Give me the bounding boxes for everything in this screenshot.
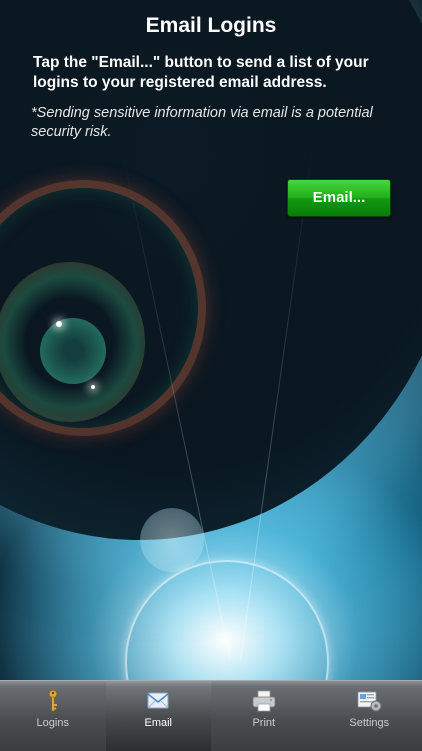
tab-label: Logins [0, 717, 106, 729]
email-button[interactable]: Email... [287, 179, 391, 217]
instructions-text: Tap the "Email..." button to send a list… [33, 53, 405, 93]
tab-bar: Logins Email Print [0, 680, 422, 751]
security-warning: *Sending sensitive information via email… [31, 104, 411, 142]
tab-settings[interactable]: Settings [317, 681, 422, 751]
tab-logins[interactable]: Logins [0, 681, 106, 751]
flare-disc-small [140, 508, 204, 572]
tab-label: Print [211, 717, 317, 729]
printer-icon [250, 689, 278, 713]
flare-disc [40, 318, 106, 384]
tab-label: Settings [317, 717, 422, 729]
envelope-icon [144, 689, 172, 713]
flare-spark [91, 385, 95, 389]
flare-sun-ring [125, 560, 329, 680]
key-icon [39, 689, 67, 713]
tab-print[interactable]: Print [211, 681, 317, 751]
settings-icon [355, 689, 383, 713]
tab-label: Email [106, 717, 212, 729]
page-title: Email Logins [0, 14, 422, 38]
flare-spark [56, 321, 62, 327]
lens-flare-background [0, 0, 422, 680]
tab-email[interactable]: Email [106, 681, 212, 751]
